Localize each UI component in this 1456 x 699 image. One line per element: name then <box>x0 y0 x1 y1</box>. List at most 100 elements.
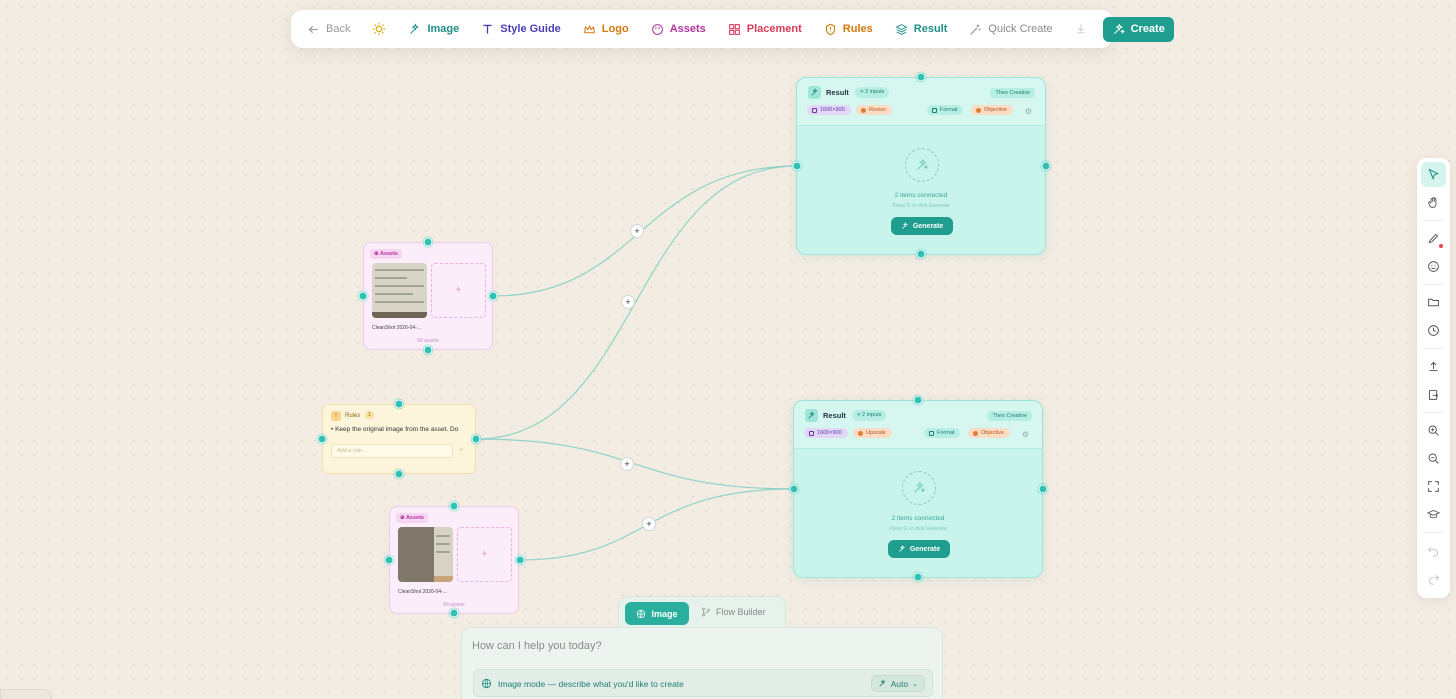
toolbar-image[interactable]: Image <box>408 22 459 36</box>
add-rule-input[interactable]: Add a rule... <box>331 444 453 458</box>
redo-button[interactable] <box>1421 566 1446 591</box>
node-handle[interactable] <box>384 555 394 565</box>
history-button[interactable] <box>1421 318 1446 343</box>
result-node-2[interactable]: Result ⟡ 2 inputs Theo Creative 1600×900… <box>793 400 1043 578</box>
chat-input[interactable]: How can I help you today? <box>472 640 602 652</box>
brand-badge[interactable]: Theo Creative <box>990 88 1035 98</box>
format-chip[interactable]: Format <box>924 428 961 438</box>
result-node-1[interactable]: Result ⟡ 2 inputs Theo Creative 1600×900… <box>796 77 1046 255</box>
node-handle[interactable] <box>394 399 404 409</box>
node-handle[interactable] <box>916 249 926 259</box>
node-handle[interactable] <box>471 434 481 444</box>
add-rule-button[interactable]: + <box>459 447 463 454</box>
zoom-out-button[interactable] <box>1421 446 1446 471</box>
tab-flow-builder[interactable]: Flow Builder <box>701 607 766 617</box>
tutorial-button[interactable] <box>1421 502 1446 527</box>
node-handle[interactable] <box>449 608 459 618</box>
edge-add-button[interactable]: + <box>621 295 635 309</box>
auto-select[interactable]: Auto ⌄ <box>870 675 925 692</box>
gear-icon[interactable]: ⚙ <box>1025 107 1032 116</box>
back-button[interactable]: Back <box>307 23 350 36</box>
gear-icon[interactable]: ⚙ <box>1022 430 1029 439</box>
generate-hint: Press G or click Generate <box>892 203 950 209</box>
format-chip[interactable]: Format <box>927 105 964 115</box>
size-chip[interactable]: 1600×900 <box>804 428 848 438</box>
assets-node-2[interactable]: ⊕ Assets + CleanShot 2026-04-... 58 asse… <box>389 506 519 614</box>
rule-item[interactable]: • Keep the original image from the asset… <box>331 426 473 433</box>
rules-count: 1 <box>365 411 375 419</box>
toolbar-logo[interactable]: Logo <box>583 23 629 36</box>
toolbar-rules-label: Rules <box>842 23 873 35</box>
zoom-out-icon <box>1428 453 1439 464</box>
node-handle[interactable] <box>317 434 327 444</box>
generate-button[interactable]: Generate <box>888 540 950 558</box>
node-handle[interactable] <box>358 291 368 301</box>
tab-image-label: Image <box>651 608 678 619</box>
undo-button[interactable] <box>1421 538 1446 563</box>
edge-add-button[interactable]: + <box>620 457 634 471</box>
node-handle[interactable] <box>913 395 923 405</box>
node-handle[interactable] <box>488 291 498 301</box>
assets-node-1[interactable]: ⊕ Assets + CleanShot 2026-04-... 58 asse… <box>363 242 493 350</box>
toolbar-placement[interactable]: Placement <box>728 23 802 36</box>
node-handle[interactable] <box>792 161 802 171</box>
mode-bar: Image mode — describe what you'd like to… <box>473 669 933 697</box>
node-handle[interactable] <box>789 484 799 494</box>
mode-chip[interactable]: Resize <box>856 105 892 115</box>
globe-icon <box>637 609 646 618</box>
node-handle[interactable] <box>1038 484 1048 494</box>
edge-add-button[interactable]: + <box>642 517 656 531</box>
pan-tool[interactable] <box>1421 190 1446 215</box>
sparkle-icon <box>1113 22 1125 34</box>
download-button[interactable] <box>1075 23 1087 35</box>
toolbar-assets[interactable]: Assets <box>651 23 706 36</box>
shield-icon <box>825 23 835 35</box>
node-handle[interactable] <box>423 345 433 355</box>
minimap-toggle[interactable] <box>0 689 52 699</box>
node-handle[interactable] <box>423 237 433 247</box>
undo-icon <box>1427 546 1438 557</box>
objective-chip[interactable]: Objective <box>971 105 1013 115</box>
layers-icon <box>895 23 908 35</box>
node-handle[interactable] <box>1041 161 1051 171</box>
size-chip[interactable]: 1600×900 <box>807 105 851 115</box>
node-handle[interactable] <box>394 469 404 479</box>
asset-count: 58 assets <box>417 338 439 344</box>
export-button[interactable] <box>1421 354 1446 379</box>
create-button[interactable]: Create <box>1102 16 1174 42</box>
toolbar-style-guide[interactable]: Style Guide <box>481 23 561 36</box>
objective-chip[interactable]: Objective <box>968 428 1010 438</box>
node-handle[interactable] <box>916 72 926 82</box>
import-button[interactable] <box>1421 382 1446 407</box>
node-handle[interactable] <box>913 572 923 582</box>
brand-badge[interactable]: Theo Creative <box>987 411 1032 421</box>
toolbar-quick-create[interactable]: Quick Create <box>969 23 1053 36</box>
redo-icon <box>1429 574 1440 585</box>
toolbar-rules[interactable]: Rules <box>824 23 873 36</box>
generate-label: Generate <box>909 545 941 553</box>
add-asset-button[interactable]: + <box>457 527 512 582</box>
clock-icon <box>1428 325 1439 336</box>
folder-icon <box>1428 298 1439 307</box>
edge-add-button[interactable]: + <box>630 224 644 238</box>
chat-composer: How can I help you today? Image mode — d… <box>461 627 943 699</box>
node-handle[interactable] <box>515 555 525 565</box>
add-asset-button[interactable]: + <box>431 263 486 318</box>
rules-node[interactable]: ! Rules 1 • Keep the original image from… <box>322 404 476 474</box>
tab-image-mode[interactable]: Image <box>625 602 689 625</box>
emoji-tool[interactable] <box>1421 254 1446 279</box>
theme-toggle[interactable] <box>372 22 386 36</box>
open-folder-button[interactable] <box>1421 290 1446 315</box>
zoom-in-button[interactable] <box>1421 418 1446 443</box>
select-tool[interactable] <box>1421 162 1446 187</box>
fit-view-button[interactable] <box>1421 474 1446 499</box>
toolbar-result[interactable]: Result <box>895 23 947 36</box>
node-handle[interactable] <box>449 501 459 511</box>
text-icon <box>483 24 492 34</box>
asset-thumbnail[interactable] <box>398 527 453 582</box>
asset-thumbnail[interactable] <box>372 263 427 318</box>
generate-button[interactable]: Generate <box>891 217 953 235</box>
assets-tag: ⊕ Assets <box>370 249 402 259</box>
mode-chip[interactable]: Upscale <box>853 428 892 438</box>
sparkle-icon <box>410 22 420 34</box>
